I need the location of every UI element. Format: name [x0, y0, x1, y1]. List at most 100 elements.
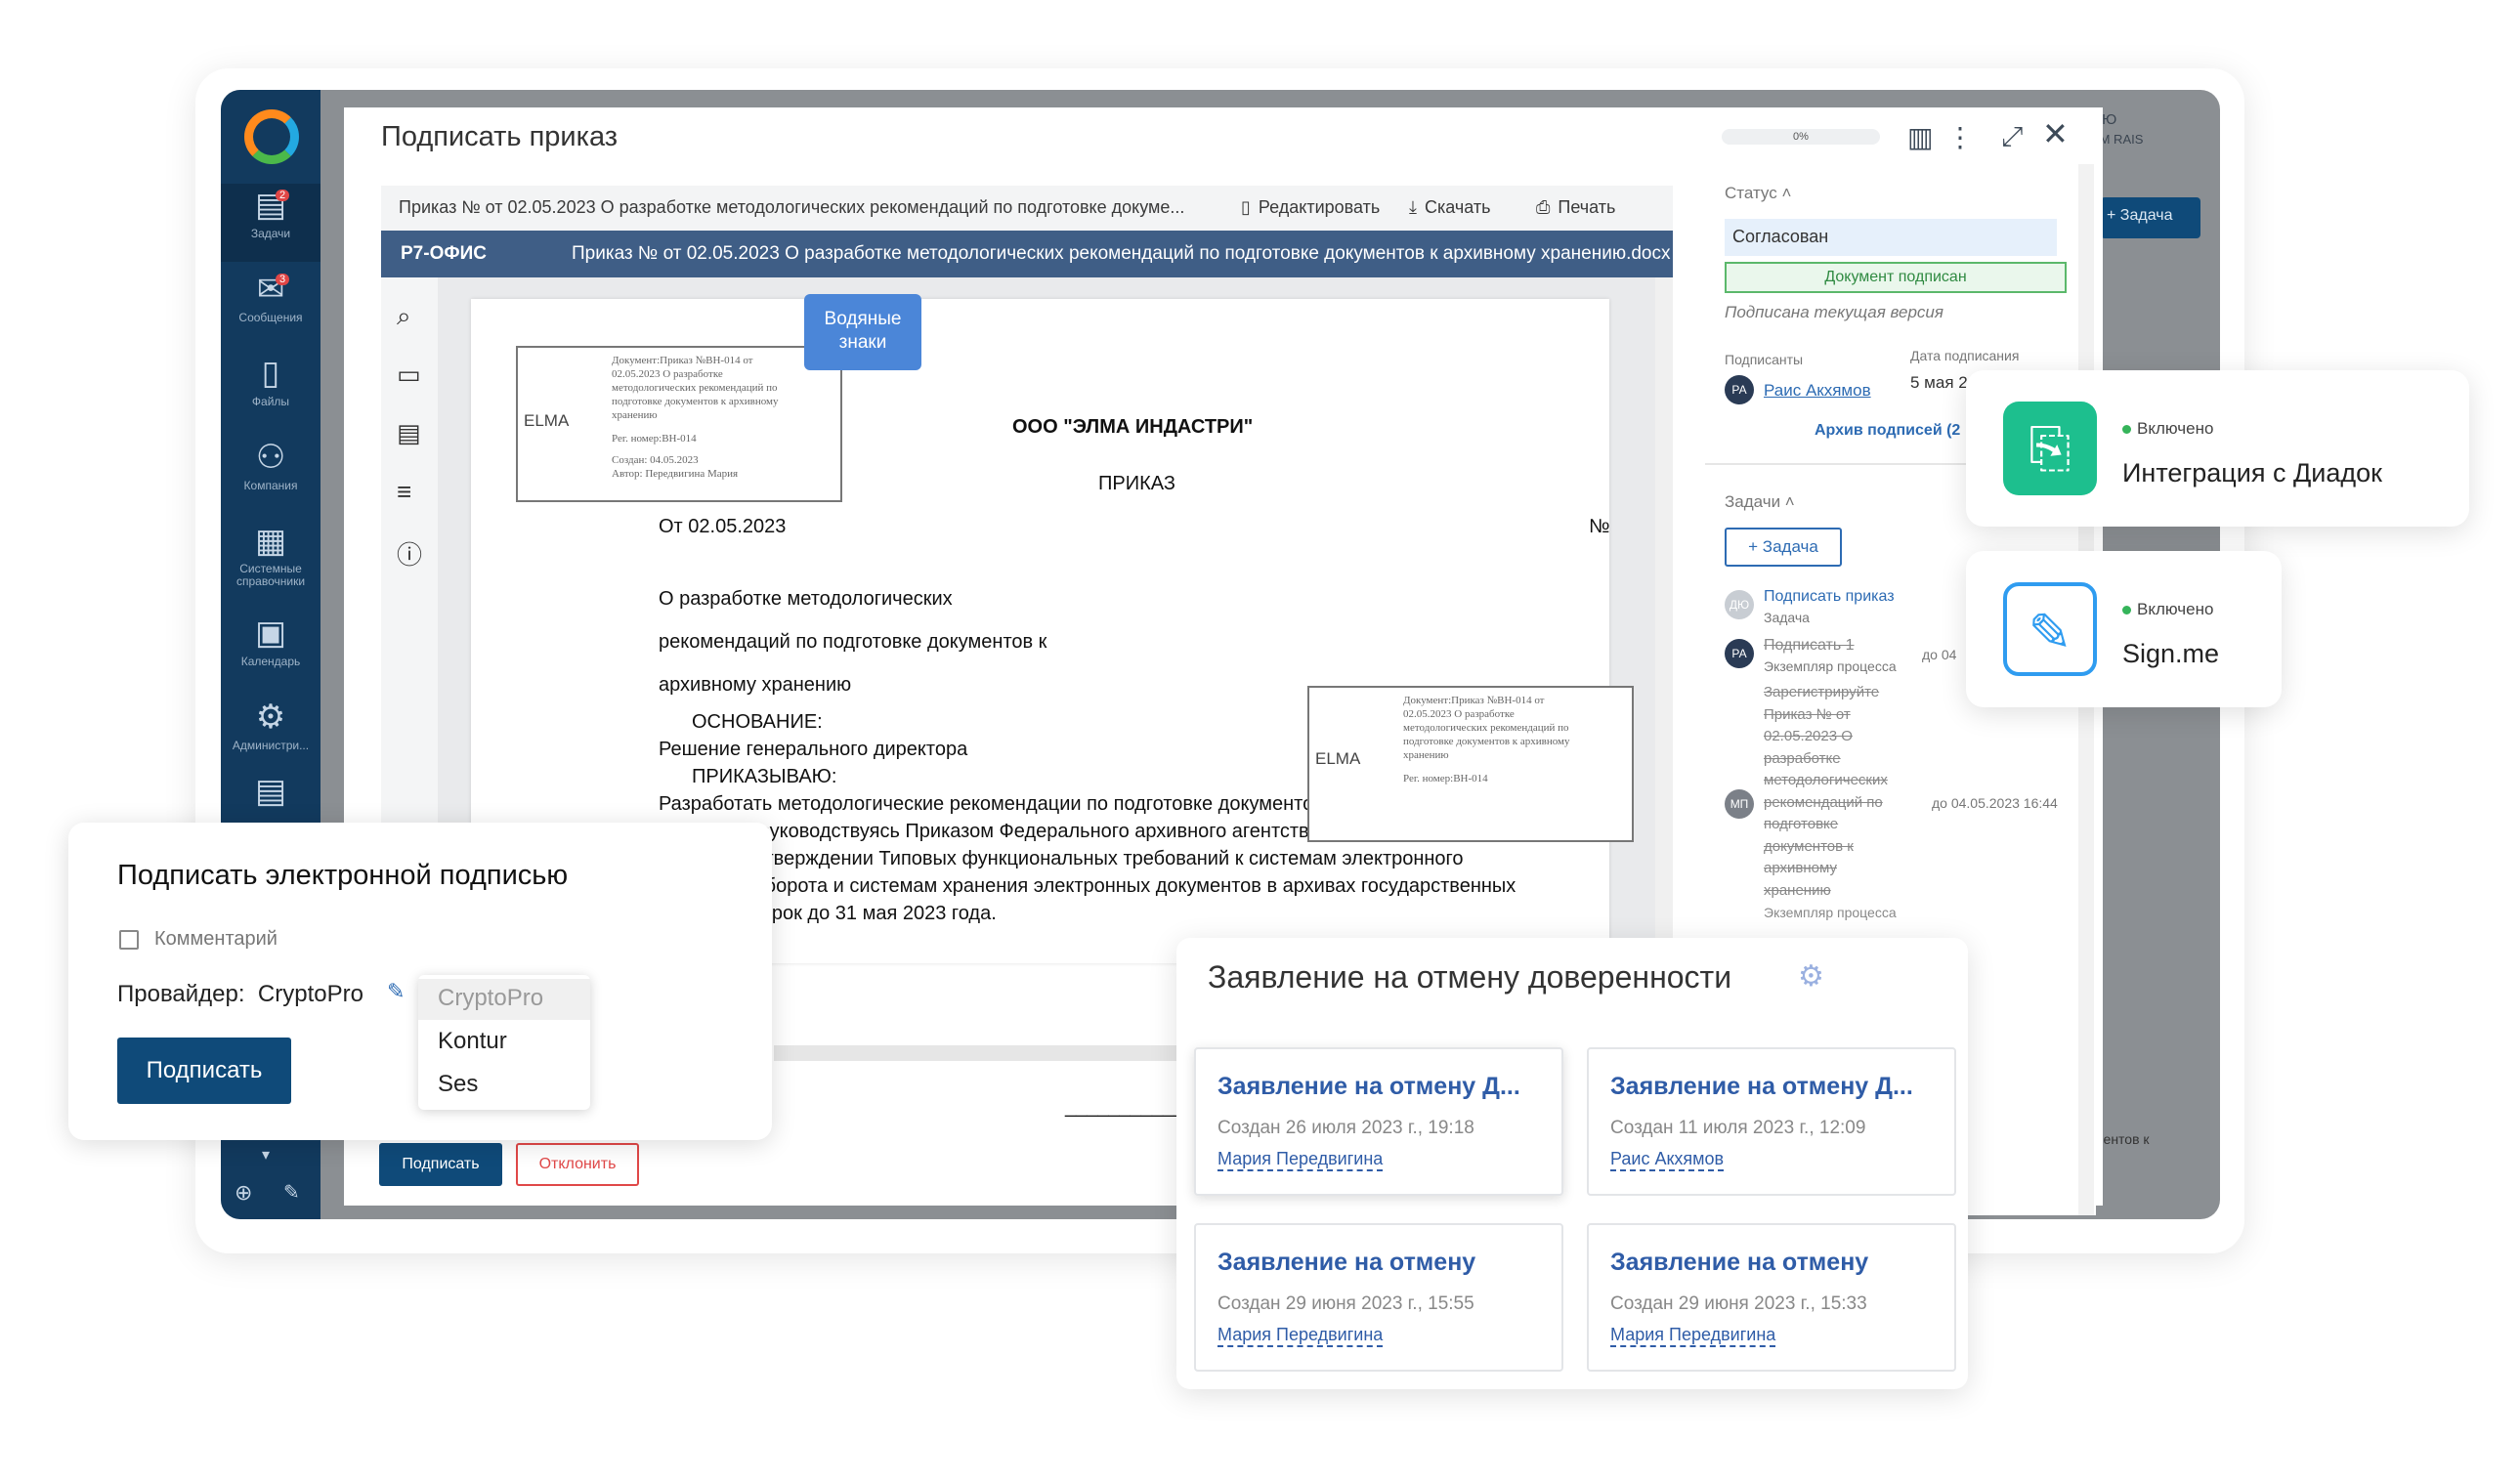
nav-item-label: Задачи	[250, 227, 291, 240]
editor-scrollbar[interactable]	[1655, 277, 1673, 942]
signed-badge: Документ подписан	[1725, 262, 2067, 293]
integration-name: Sign.me	[2122, 639, 2220, 668]
doc-body: № 69 «Об утверждении Типовых функциональ…	[659, 848, 1464, 869]
doc-type: ПРИКАЗ	[1098, 473, 1175, 494]
sign-button[interactable]: Подписать	[379, 1143, 502, 1186]
enabled-status: Включено	[2122, 600, 2213, 619]
elma-stamp-2: ELMA Документ:Приказ №ВН-014 от 02.05.20…	[1307, 686, 1634, 842]
document-icon: ▯	[1241, 197, 1251, 217]
diadoc-integration-card[interactable]: ⎘ Включено Интеграция с Диадок	[1966, 370, 2469, 527]
watermark-tooltip: Водяные знаки	[804, 294, 921, 370]
sign-submit-button[interactable]: Подписать	[117, 1038, 291, 1104]
add-task-button[interactable]: + Задача	[1725, 528, 1842, 567]
task-title[interactable]: Подписать приказ	[1764, 588, 1895, 606]
progress-bar: 0%	[1722, 129, 1880, 145]
reject-button[interactable]: Отклонить	[516, 1143, 639, 1186]
tasks-label[interactable]: Задачи ˄	[1725, 492, 1795, 512]
doc-date: От 02.05.2023	[659, 516, 787, 537]
document-toolbar: Приказ № от 02.05.2023 О разработке мето…	[381, 186, 1673, 231]
stamp-line: хранению	[1403, 749, 1449, 761]
provider-option[interactable]: Ses	[418, 1065, 590, 1106]
nav-item-tasks[interactable]: ▤ 2 Задачи	[221, 184, 320, 262]
printer-icon: ⎙	[1536, 197, 1551, 217]
expand-icon[interactable]: ⤢	[2001, 121, 2023, 153]
search-icon[interactable]: ⌕	[397, 301, 411, 332]
stamp-line: 02.05.2023 О разработке	[612, 368, 723, 380]
provider-option[interactable]: CryptoPro	[418, 979, 590, 1020]
chevron-down-icon[interactable]: ▾	[262, 1145, 270, 1165]
stamp-created: Создан: 04.05.2023	[612, 454, 699, 466]
task-title[interactable]: Подписать 1	[1764, 637, 1855, 655]
nav-item-label: Администри...	[232, 739, 310, 752]
status-label[interactable]: Статус ˄	[1725, 184, 1791, 203]
add-circle-icon[interactable]: ⊕	[235, 1180, 252, 1206]
card-author[interactable]: Мария Передвигина	[1217, 1149, 1384, 1171]
card-author[interactable]: Мария Передвигина	[1217, 1325, 1384, 1347]
diadoc-icon: ⎘	[2003, 402, 2097, 495]
company-icon: ⚇	[255, 439, 286, 476]
status-value: Согласован	[1725, 219, 2057, 256]
nav-item-calendar[interactable]: ▣ Календарь	[221, 612, 320, 690]
stamp-brand: ELMA	[524, 411, 570, 430]
print-label: Печать	[1558, 197, 1616, 217]
gear-icon[interactable]: ⚙	[1798, 959, 1824, 994]
pencil-edit-icon[interactable]: ✎	[387, 979, 405, 1004]
page-icon: ▤	[254, 773, 287, 810]
more-dots-icon[interactable]: ⋮	[1946, 121, 1974, 153]
comment-icon[interactable]: ▭	[397, 360, 421, 390]
cancellation-card[interactable]: Заявление на отмену Создан 29 июня 2023 …	[1194, 1223, 1563, 1372]
task-title-long[interactable]: Зарегистрируйте Приказ № от 02.05.2023 О…	[1764, 682, 1897, 924]
map-icon[interactable]: ▥	[1907, 121, 1933, 153]
stamp-reg: Рег. номер:ВН-014	[612, 433, 697, 445]
nav-item-messages[interactable]: ✉ 3 Сообщения	[221, 268, 320, 346]
messages-badge: 3	[276, 274, 290, 285]
signer-name[interactable]: Раис Акхямов	[1764, 381, 1871, 401]
provider-field: Провайдер: CryptoPro	[117, 981, 363, 1008]
dialog-title: Подписать электронной подписью	[117, 860, 569, 891]
stamp-line: подготовке документов к архивному	[612, 396, 779, 407]
align-icon[interactable]: ≡	[397, 477, 411, 507]
doc-org: ООО "ЭЛМА ИНДАСТРИ"	[1012, 416, 1254, 438]
card-title: Заявление на отмену	[1610, 1249, 1869, 1276]
doc-sign-line: ___________	[1065, 1096, 1185, 1118]
r7-office-bar: Р7-ОФИС Приказ № от 02.05.2023 О разрабо…	[381, 231, 1673, 277]
download-button[interactable]: ⤓ Скачать	[1409, 197, 1490, 218]
calendar-icon: ▣	[254, 614, 287, 652]
nav-item-admin[interactable]: ⚙ Администри...	[221, 696, 320, 774]
nav-item-directories[interactable]: ▦ Системные справочники	[221, 520, 320, 598]
print-button[interactable]: ⎙ Печать	[1536, 197, 1615, 218]
cancellation-card[interactable]: Заявление на отмену Создан 29 июня 2023 …	[1587, 1223, 1956, 1372]
signme-integration-card[interactable]: ✎ Включено Sign.me	[1966, 551, 2282, 707]
info-icon[interactable]: ⓘ	[397, 535, 422, 572]
edit-button[interactable]: ▯ Редактировать	[1241, 197, 1380, 218]
doc-basis-label: ОСНОВАНИЕ:	[692, 711, 823, 733]
archive-link[interactable]: Архив подписей (2	[1815, 422, 1960, 440]
tasks-icon: ▤	[254, 187, 287, 224]
close-icon[interactable]: ✕	[2042, 115, 2069, 152]
r7-document-title: Приказ № от 02.05.2023 О разработке мето…	[572, 243, 1671, 264]
nav-item-label: Компания	[243, 479, 298, 492]
cancellation-card[interactable]: Заявление на отмену Д... Создан 11 июля …	[1587, 1047, 1956, 1196]
cancellation-panel: Заявление на отмену доверенности ⚙ Заявл…	[1176, 938, 1968, 1389]
card-author[interactable]: Раис Акхямов	[1610, 1149, 1725, 1171]
task-sub: Задача	[1764, 610, 1810, 625]
tasks-badge: 2	[276, 190, 290, 201]
comment-checkbox[interactable]	[119, 930, 139, 950]
card-title: Заявление на отмену Д...	[1217, 1073, 1520, 1100]
wrench-icon[interactable]: ✎	[283, 1180, 300, 1205]
download-label: Скачать	[1424, 197, 1491, 217]
cancellation-card[interactable]: Заявление на отмену Д... Создан 26 июля …	[1194, 1047, 1563, 1196]
nav-item-company[interactable]: ⚇ Компания	[221, 436, 320, 514]
stamp-line: Документ:Приказ №ВН-014 от	[1403, 695, 1545, 706]
card-created: Создан 11 июля 2023 г., 12:09	[1610, 1118, 1866, 1138]
chat-icon[interactable]: ▤	[397, 418, 421, 448]
panel-title: Заявление на отмену доверенности	[1208, 959, 1732, 995]
card-author[interactable]: Мария Передвигина	[1610, 1325, 1776, 1347]
bg-add-task-button[interactable]: + Задача	[2101, 197, 2200, 238]
stamp-line: подготовке документов к архивному	[1403, 736, 1570, 747]
nav-item-files[interactable]: ▯ Файлы	[221, 352, 320, 430]
doc-order-label: ПРИКАЗЫВАЮ:	[692, 766, 837, 787]
download-icon: ⤓	[1409, 197, 1417, 217]
provider-option[interactable]: Kontur	[418, 1022, 590, 1063]
task-date: до 04	[1922, 647, 1957, 662]
